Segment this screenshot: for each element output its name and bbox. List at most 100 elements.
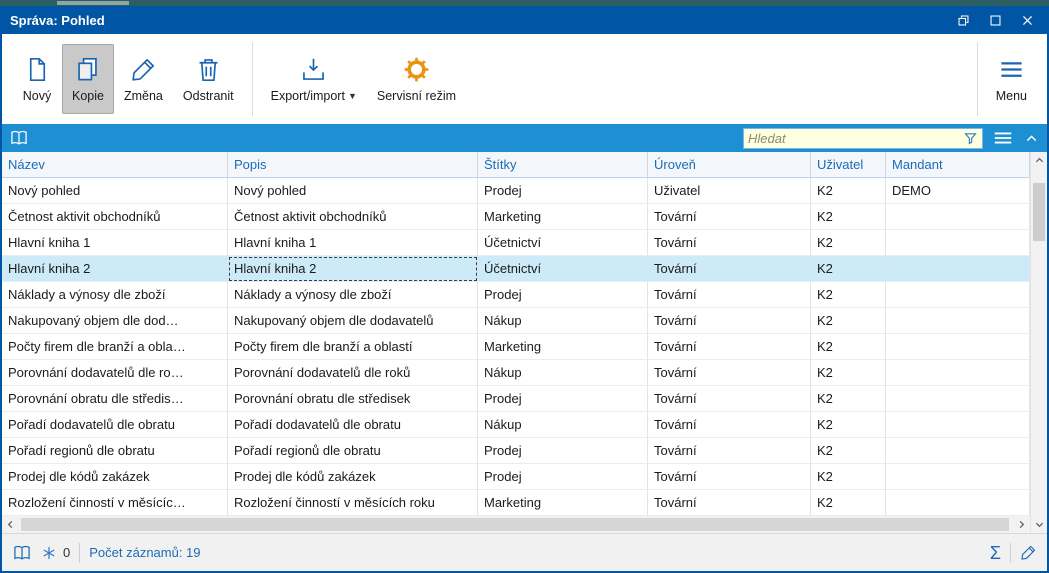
- menu-button[interactable]: Menu: [986, 44, 1037, 114]
- search-input[interactable]: [748, 131, 963, 146]
- table-row[interactable]: Pořadí regionů dle obratuPořadí regionů …: [2, 438, 1030, 464]
- service-mode-button[interactable]: Servisní režim: [367, 44, 466, 114]
- close-window-button[interactable]: [1019, 12, 1035, 28]
- table-cell[interactable]: Nový pohled: [2, 178, 228, 204]
- table-cell[interactable]: Rozložení činností v měsících roku: [228, 490, 478, 516]
- table-cell[interactable]: [886, 360, 1030, 386]
- table-cell[interactable]: Tovární: [648, 256, 811, 282]
- change-button[interactable]: Změna: [114, 44, 173, 114]
- table-row[interactable]: Porovnání obratu dle středis…Porovnání o…: [2, 386, 1030, 412]
- table-cell[interactable]: K2: [811, 256, 886, 282]
- table-cell[interactable]: Pořadí regionů dle obratu: [2, 438, 228, 464]
- book-icon[interactable]: [9, 128, 29, 148]
- table-cell[interactable]: K2: [811, 178, 886, 204]
- vertical-scroll-track[interactable]: [1031, 169, 1047, 516]
- table-cell[interactable]: K2: [811, 230, 886, 256]
- table-cell[interactable]: Prodej: [478, 282, 648, 308]
- table-cell[interactable]: Nákup: [478, 308, 648, 334]
- restore-window-button[interactable]: [955, 12, 971, 28]
- table-row[interactable]: Porovnání dodavatelů dle ro…Porovnání do…: [2, 360, 1030, 386]
- table-cell[interactable]: [886, 230, 1030, 256]
- table-cell[interactable]: Porovnání obratu dle středis…: [2, 386, 228, 412]
- table-cell[interactable]: Marketing: [478, 490, 648, 516]
- table-cell[interactable]: Tovární: [648, 230, 811, 256]
- table-cell[interactable]: Náklady a výnosy dle zboží: [2, 282, 228, 308]
- copy-button[interactable]: Kopie: [62, 44, 114, 114]
- table-cell[interactable]: K2: [811, 204, 886, 230]
- new-button[interactable]: Nový: [12, 44, 62, 114]
- table-cell[interactable]: K2: [811, 360, 886, 386]
- table-row[interactable]: Nakupovaný objem dle dod…Nakupovaný obje…: [2, 308, 1030, 334]
- column-header[interactable]: Uživatel: [811, 152, 886, 178]
- table-cell[interactable]: K2: [811, 464, 886, 490]
- table-cell[interactable]: Četnost aktivit obchodníků: [228, 204, 478, 230]
- table-cell[interactable]: Tovární: [648, 412, 811, 438]
- vertical-scrollbar[interactable]: [1030, 152, 1047, 533]
- table-row[interactable]: Pořadí dodavatelů dle obratuPořadí dodav…: [2, 412, 1030, 438]
- table-cell[interactable]: K2: [811, 438, 886, 464]
- table-cell[interactable]: Porovnání dodavatelů dle ro…: [2, 360, 228, 386]
- table-cell[interactable]: Nakupovaný objem dle dodavatelů: [228, 308, 478, 334]
- table-row[interactable]: Hlavní kniha 1Hlavní kniha 1ÚčetnictvíTo…: [2, 230, 1030, 256]
- horizontal-scrollbar[interactable]: [2, 516, 1030, 533]
- table-cell[interactable]: [886, 204, 1030, 230]
- table-row[interactable]: Nový pohledNový pohledProdejUživatelK2DE…: [2, 178, 1030, 204]
- table-cell[interactable]: [886, 386, 1030, 412]
- table-cell[interactable]: Tovární: [648, 334, 811, 360]
- table-cell[interactable]: Tovární: [648, 308, 811, 334]
- table-cell[interactable]: Tovární: [648, 360, 811, 386]
- table-cell[interactable]: [886, 438, 1030, 464]
- table-cell[interactable]: K2: [811, 282, 886, 308]
- column-header[interactable]: Název: [2, 152, 228, 178]
- table-cell[interactable]: Tovární: [648, 464, 811, 490]
- column-header[interactable]: Úroveň: [648, 152, 811, 178]
- table-cell[interactable]: Nákup: [478, 360, 648, 386]
- table-cell[interactable]: Hlavní kniha 2: [2, 256, 228, 282]
- horizontal-scroll-thumb[interactable]: [21, 518, 1009, 531]
- table-cell[interactable]: Pořadí dodavatelů dle obratu: [2, 412, 228, 438]
- table-cell[interactable]: Četnost aktivit obchodníků: [2, 204, 228, 230]
- table-row[interactable]: Rozložení činností v měsícíc…Rozložení č…: [2, 490, 1030, 516]
- table-cell[interactable]: Nákup: [478, 412, 648, 438]
- table-cell[interactable]: Hlavní kniha 1: [228, 230, 478, 256]
- table-cell[interactable]: Pořadí regionů dle obratu: [228, 438, 478, 464]
- table-cell[interactable]: Počty firem dle branží a obla…: [2, 334, 228, 360]
- table-cell[interactable]: [886, 464, 1030, 490]
- table-row[interactable]: Počty firem dle branží a obla…Počty fire…: [2, 334, 1030, 360]
- table-cell[interactable]: Prodej: [478, 464, 648, 490]
- table-cell[interactable]: Porovnání dodavatelů dle roků: [228, 360, 478, 386]
- table-cell[interactable]: [886, 308, 1030, 334]
- table-cell[interactable]: Tovární: [648, 490, 811, 516]
- table-cell[interactable]: Hlavní kniha 1: [2, 230, 228, 256]
- table-cell[interactable]: Počty firem dle branží a oblastí: [228, 334, 478, 360]
- delete-button[interactable]: Odstranit: [173, 44, 244, 114]
- table-cell[interactable]: K2: [811, 386, 886, 412]
- table-row[interactable]: Četnost aktivit obchodníkůČetnost aktivi…: [2, 204, 1030, 230]
- collapse-chevron-up-icon[interactable]: [1023, 130, 1040, 147]
- table-cell[interactable]: Tovární: [648, 438, 811, 464]
- horizontal-scroll-track[interactable]: [19, 516, 1013, 533]
- export-import-button[interactable]: Export/import ▼: [261, 44, 367, 114]
- table-cell[interactable]: DEMO: [886, 178, 1030, 204]
- table-cell[interactable]: [886, 256, 1030, 282]
- book-icon[interactable]: [12, 543, 32, 563]
- table-cell[interactable]: Porovnání obratu dle středisek: [228, 386, 478, 412]
- table-cell[interactable]: Marketing: [478, 204, 648, 230]
- column-header[interactable]: Popis: [228, 152, 478, 178]
- table-cell[interactable]: [886, 282, 1030, 308]
- maximize-window-button[interactable]: [987, 12, 1003, 28]
- edit-pencil-icon[interactable]: [1020, 544, 1037, 561]
- scroll-right-arrow-icon[interactable]: [1013, 516, 1030, 533]
- table-cell[interactable]: [886, 490, 1030, 516]
- table-cell[interactable]: Uživatel: [648, 178, 811, 204]
- scroll-up-arrow-icon[interactable]: [1031, 152, 1047, 169]
- table-cell[interactable]: Tovární: [648, 386, 811, 412]
- table-row[interactable]: Hlavní kniha 2Hlavní kniha 2ÚčetnictvíTo…: [2, 256, 1030, 282]
- table-cell[interactable]: K2: [811, 490, 886, 516]
- column-header[interactable]: Štítky: [478, 152, 648, 178]
- table-cell[interactable]: Náklady a výnosy dle zboží: [228, 282, 478, 308]
- table-cell[interactable]: K2: [811, 412, 886, 438]
- table-cell[interactable]: Prodej: [478, 178, 648, 204]
- table-cell[interactable]: K2: [811, 308, 886, 334]
- table-cell[interactable]: Nový pohled: [228, 178, 478, 204]
